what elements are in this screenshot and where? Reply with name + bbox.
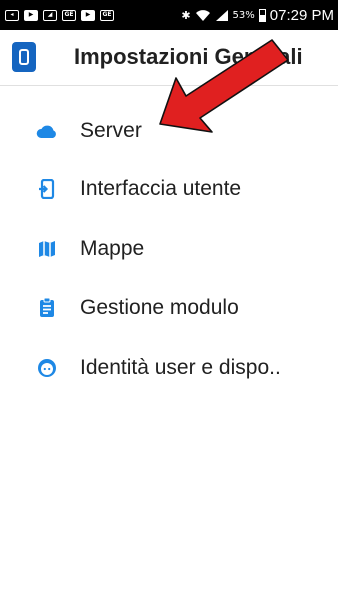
- menu-item-gestione-modulo[interactable]: Gestione modulo: [0, 283, 338, 333]
- status-bar-right: ✱ 53% 07:29 PM: [181, 0, 334, 30]
- status-bar: ◂ ▶ ◢ GE ▶ GE ✱ 53% 07:29 PM: [0, 0, 338, 30]
- menu-item-label: Mappe: [80, 237, 145, 260]
- phone-icon: [36, 178, 58, 200]
- map-icon: [36, 238, 58, 260]
- app-logo-icon: [12, 42, 36, 72]
- menu-item-interfaccia-utente[interactable]: Interfaccia utente: [0, 164, 338, 214]
- clipboard-icon: [36, 297, 58, 319]
- app-bar: Impostazioni Generali: [0, 30, 338, 86]
- menu-item-server[interactable]: Server: [0, 106, 338, 156]
- gallery-icon: GE: [100, 9, 114, 21]
- bluetooth-icon: ✱: [181, 8, 191, 22]
- menu-item-label: Gestione modulo: [80, 296, 239, 319]
- cloud-icon: [36, 120, 58, 142]
- status-bar-left-icons: ◂ ▶ ◢ GE ▶ GE: [0, 9, 114, 21]
- notification-icon: ◂: [5, 9, 19, 21]
- face-icon: [36, 357, 58, 379]
- menu-item-label: Server: [80, 119, 142, 142]
- page-title: Impostazioni Generali: [74, 44, 303, 69]
- gallery-icon: GE: [62, 9, 76, 21]
- menu-item-mappe[interactable]: Mappe: [0, 224, 338, 274]
- image-icon: ◢: [43, 9, 57, 21]
- menu-item-identita-user[interactable]: Identità user e dispo..: [0, 343, 338, 393]
- menu-item-label: Identità user e dispo..: [80, 356, 281, 379]
- battery-icon: [258, 8, 266, 22]
- signal-icon: [215, 9, 228, 21]
- menu-item-label: Interfaccia utente: [80, 177, 242, 200]
- youtube-icon: ▶: [81, 9, 95, 21]
- youtube-icon: ▶: [24, 9, 38, 21]
- battery-percent: 53%: [232, 9, 255, 21]
- wifi-icon: [195, 10, 210, 21]
- clock: 07:29 PM: [269, 6, 334, 24]
